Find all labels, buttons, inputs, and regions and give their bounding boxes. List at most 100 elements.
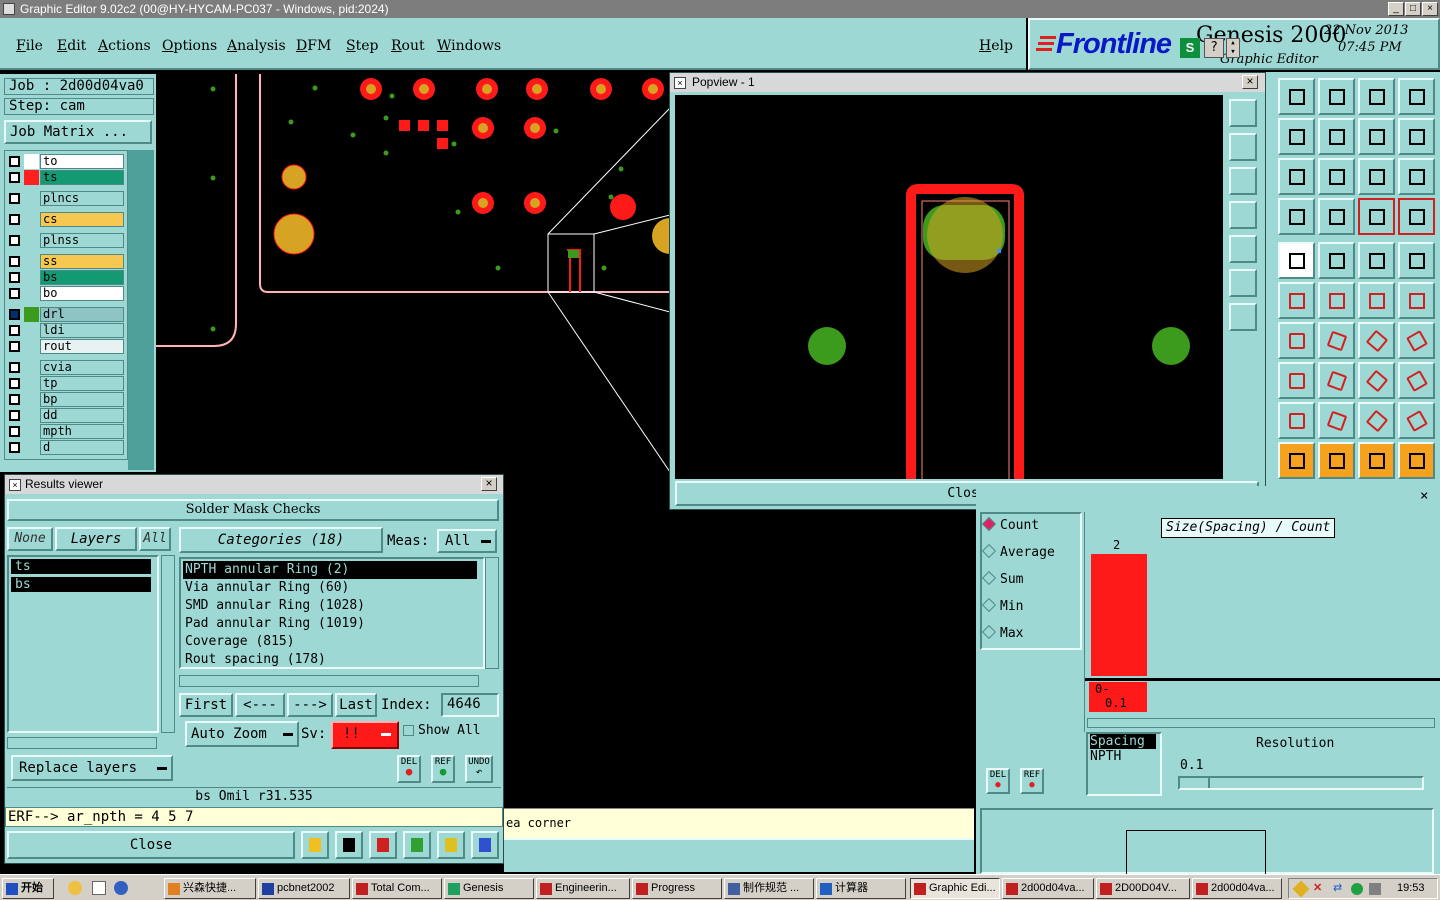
query-icon[interactable]: [1398, 158, 1435, 195]
pad-red-icon[interactable]: [1278, 362, 1315, 399]
layer-checkbox[interactable]: [9, 325, 20, 336]
text-icon[interactable]: [1398, 322, 1435, 359]
arch2-icon[interactable]: [1358, 402, 1395, 439]
s-icon[interactable]: S: [1180, 38, 1200, 58]
layer-name[interactable]: rout: [40, 339, 124, 354]
popview-titlebar[interactable]: × Popview - 1 ×: [670, 73, 1265, 92]
pan-right-icon[interactable]: [1318, 118, 1355, 155]
minus-icon[interactable]: [1318, 362, 1355, 399]
popview-close-icon[interactable]: ×: [1242, 75, 1258, 89]
minimize-button[interactable]: _: [1388, 2, 1404, 16]
layer-name[interactable]: dd: [40, 408, 124, 423]
quicklaunch-desktop-icon[interactable]: [92, 881, 106, 895]
layer-color-swatch[interactable]: [24, 307, 39, 322]
taskbar-item[interactable]: 2D00D04V...: [1096, 878, 1190, 899]
radio-min[interactable]: Min: [981, 597, 1023, 614]
layer-row-plnss[interactable]: plnss: [6, 233, 124, 248]
layer-name[interactable]: bo: [40, 286, 124, 301]
window-icon[interactable]: [1398, 78, 1435, 115]
menu-windows[interactable]: Windows: [437, 38, 501, 54]
layer-color-swatch[interactable]: [24, 254, 39, 269]
start-button[interactable]: 开始: [2, 878, 54, 899]
menu-actions[interactable]: Actions: [98, 38, 151, 54]
layer-color-swatch[interactable]: [24, 424, 39, 439]
layer-color-swatch[interactable]: [24, 440, 39, 455]
scroll-arrows-icon[interactable]: ▴ ▾: [1226, 38, 1240, 58]
pointer-box-icon[interactable]: [1318, 442, 1355, 479]
radio-sum[interactable]: Sum: [981, 570, 1023, 587]
layer-color-swatch[interactable]: [24, 212, 39, 227]
menu-file[interactable]: File: [16, 38, 43, 54]
radio-count[interactable]: Count: [981, 516, 1039, 533]
layer-checkbox[interactable]: [9, 235, 20, 246]
radio-indicator[interactable]: [981, 624, 997, 640]
category-item[interactable]: Via annular Ring (60): [183, 579, 481, 597]
arch3-icon[interactable]: [1398, 402, 1435, 439]
notes-icon[interactable]: [437, 831, 465, 859]
layer-name[interactable]: ldi: [40, 323, 124, 338]
layer-checkbox[interactable]: [9, 341, 20, 352]
layer-row-drl[interactable]: drl: [6, 307, 124, 322]
stats-del-icon[interactable]: DEL ●: [986, 768, 1010, 794]
grid-icon[interactable]: [1318, 198, 1355, 235]
center-icon[interactable]: [1318, 158, 1355, 195]
taskbar-item[interactable]: Graphic Edi...: [910, 878, 1000, 899]
popview-pan-down-icon[interactable]: [1229, 167, 1257, 195]
category-item[interactable]: NPTH annular Ring (2): [183, 561, 477, 579]
layer-name[interactable]: plncs: [40, 191, 124, 206]
ref-icon[interactable]: REF ●: [431, 755, 455, 783]
layer-row-ss[interactable]: ss: [6, 254, 124, 269]
canvas-lower[interactable]: [504, 472, 974, 808]
layer-checkbox[interactable]: [9, 193, 20, 204]
layer-name[interactable]: d: [40, 440, 124, 455]
index-input[interactable]: 4646: [441, 693, 499, 717]
layer-color-swatch[interactable]: [24, 191, 39, 206]
layer-name[interactable]: mpth: [40, 424, 124, 439]
layer-name[interactable]: ss: [40, 254, 124, 269]
layer-checkbox[interactable]: [9, 410, 20, 421]
category-item[interactable]: Pad annular Ring (1019): [183, 615, 481, 633]
green-12-icon[interactable]: [403, 831, 431, 859]
layer-name[interactable]: bp: [40, 392, 124, 407]
results-close-button[interactable]: Close: [7, 831, 295, 859]
layer-checkbox[interactable]: [9, 442, 20, 453]
close-window-button[interactable]: ×: [1422, 2, 1438, 16]
layer-row-mpth[interactable]: mpth: [6, 424, 124, 439]
histogram-scrollbar[interactable]: [1087, 718, 1435, 728]
category-item[interactable]: Coverage (815): [183, 633, 481, 651]
layer-checkbox[interactable]: [9, 394, 20, 405]
route-icon[interactable]: [1398, 442, 1435, 479]
layer-color-swatch[interactable]: [24, 408, 39, 423]
layer-result-list[interactable]: ts bs: [7, 555, 159, 733]
pan-left-icon[interactable]: [1278, 118, 1315, 155]
layer-row-rout[interactable]: rout: [6, 339, 124, 354]
home-icon[interactable]: [1358, 78, 1395, 115]
taskbar-item[interactable]: 2d00d04va...: [1192, 878, 1282, 899]
layer-name[interactable]: tp: [40, 376, 124, 391]
pin-icon[interactable]: [301, 831, 329, 859]
job-matrix-button[interactable]: Job Matrix ...: [4, 120, 152, 144]
layer-row-plncs[interactable]: plncs: [6, 191, 124, 206]
fit-icon[interactable]: [1278, 158, 1315, 195]
popview-zoom-fit-icon[interactable]: [1229, 269, 1257, 297]
layer-row-dd[interactable]: dd: [6, 408, 124, 423]
tray-x-icon[interactable]: ✕: [1313, 881, 1322, 894]
layer-checkbox[interactable]: [9, 378, 20, 389]
add-pad-icon[interactable]: [1278, 242, 1315, 279]
layers-button[interactable]: Layers: [55, 527, 137, 551]
popview-pan-right-icon[interactable]: [1229, 235, 1257, 263]
popview-pan-left-icon[interactable]: [1229, 201, 1257, 229]
meas-dropdown[interactable]: All: [437, 529, 497, 553]
arc-icon[interactable]: [1358, 322, 1395, 359]
layer-checkbox[interactable]: [9, 156, 20, 167]
histogram-bar[interactable]: [1091, 554, 1147, 676]
menu-help[interactable]: Help: [979, 38, 1013, 54]
layer-name[interactable]: to: [40, 154, 124, 169]
taskbar-item[interactable]: Total Com...: [352, 878, 442, 899]
radio-indicator[interactable]: [981, 516, 997, 532]
tray-network-icon[interactable]: [1351, 883, 1363, 895]
layer-color-swatch[interactable]: [24, 154, 39, 169]
resolution-slider[interactable]: [1178, 776, 1424, 790]
taskbar-item[interactable]: 计算器: [816, 878, 906, 899]
pointer-icon[interactable]: [1278, 442, 1315, 479]
